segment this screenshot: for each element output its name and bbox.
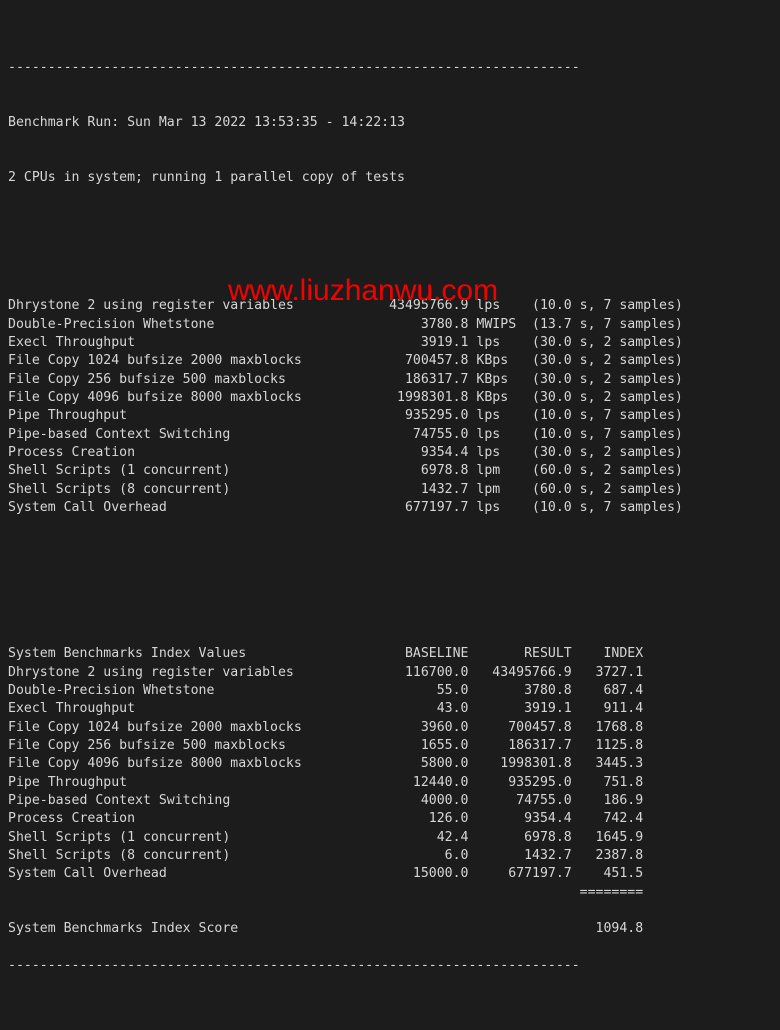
index-table-row: File Copy 1024 bufsize 2000 maxblocks 39…	[8, 719, 644, 735]
index-table-row: Dhrystone 2 using register variables 116…	[8, 664, 644, 680]
benchmark-results-block: Dhrystone 2 using register variables 434…	[8, 297, 780, 517]
site-watermark: www.liuzhanwu.com	[228, 274, 499, 307]
benchmark-index-block: System Benchmarks Index Values BASELINE …	[8, 645, 780, 975]
rule-bottom: ----------------------------------------…	[8, 958, 580, 974]
cpu-info-line: 2 CPUs in system; running 1 parallel cop…	[8, 169, 405, 185]
index-table-row: Double-Precision Whetstone 55.0 3780.8 6…	[8, 683, 644, 699]
index-table-row: Pipe-based Context Switching 4000.0 7475…	[8, 793, 644, 809]
index-table-row: Process Creation 126.0 9354.4 742.4	[8, 811, 644, 827]
benchmark-result-line: Pipe-based Context Switching 74755.0 lps…	[8, 426, 683, 442]
index-table-header: System Benchmarks Index Values BASELINE …	[8, 646, 644, 662]
terminal-output: ----------------------------------------…	[0, 0, 780, 973]
benchmark-result-line: Double-Precision Whetstone 3780.8 MWIPS …	[8, 316, 683, 332]
benchmark-result-line: File Copy 256 bufsize 500 maxblocks 1863…	[8, 371, 683, 387]
benchmark-result-line: Execl Throughput 3919.1 lps (30.0 s, 2 s…	[8, 334, 683, 350]
benchmark-run-line: Benchmark Run: Sun Mar 13 2022 13:53:35 …	[8, 114, 405, 130]
index-table-row: File Copy 256 bufsize 500 maxblocks 1655…	[8, 738, 644, 754]
benchmark-result-line: Pipe Throughput 935295.0 lps (10.0 s, 7 …	[8, 408, 683, 424]
index-table-row: Shell Scripts (8 concurrent) 6.0 1432.7 …	[8, 848, 644, 864]
benchmark-result-line: File Copy 4096 bufsize 8000 maxblocks 19…	[8, 389, 683, 405]
benchmark-result-line: System Call Overhead 677197.7 lps (10.0 …	[8, 499, 683, 515]
index-score-line: System Benchmarks Index Score 1094.8	[8, 921, 644, 937]
benchmark-result-line: Shell Scripts (8 concurrent) 1432.7 lpm …	[8, 481, 683, 497]
benchmark-result-line: File Copy 1024 bufsize 2000 maxblocks 70…	[8, 353, 683, 369]
index-table-row: File Copy 4096 bufsize 8000 maxblocks 58…	[8, 756, 644, 772]
benchmark-result-line: Shell Scripts (1 concurrent) 6978.8 lpm …	[8, 463, 683, 479]
index-table-row: Execl Throughput 43.0 3919.1 911.4	[8, 701, 644, 717]
index-table-row: System Call Overhead 15000.0 677197.7 45…	[8, 866, 644, 882]
rule-top: ----------------------------------------…	[8, 59, 580, 75]
index-score-separator: ========	[8, 884, 644, 900]
index-table-row: Shell Scripts (1 concurrent) 42.4 6978.8…	[8, 829, 644, 845]
benchmark-result-line: Process Creation 9354.4 lps (30.0 s, 2 s…	[8, 444, 683, 460]
index-table-row: Pipe Throughput 12440.0 935295.0 751.8	[8, 774, 644, 790]
